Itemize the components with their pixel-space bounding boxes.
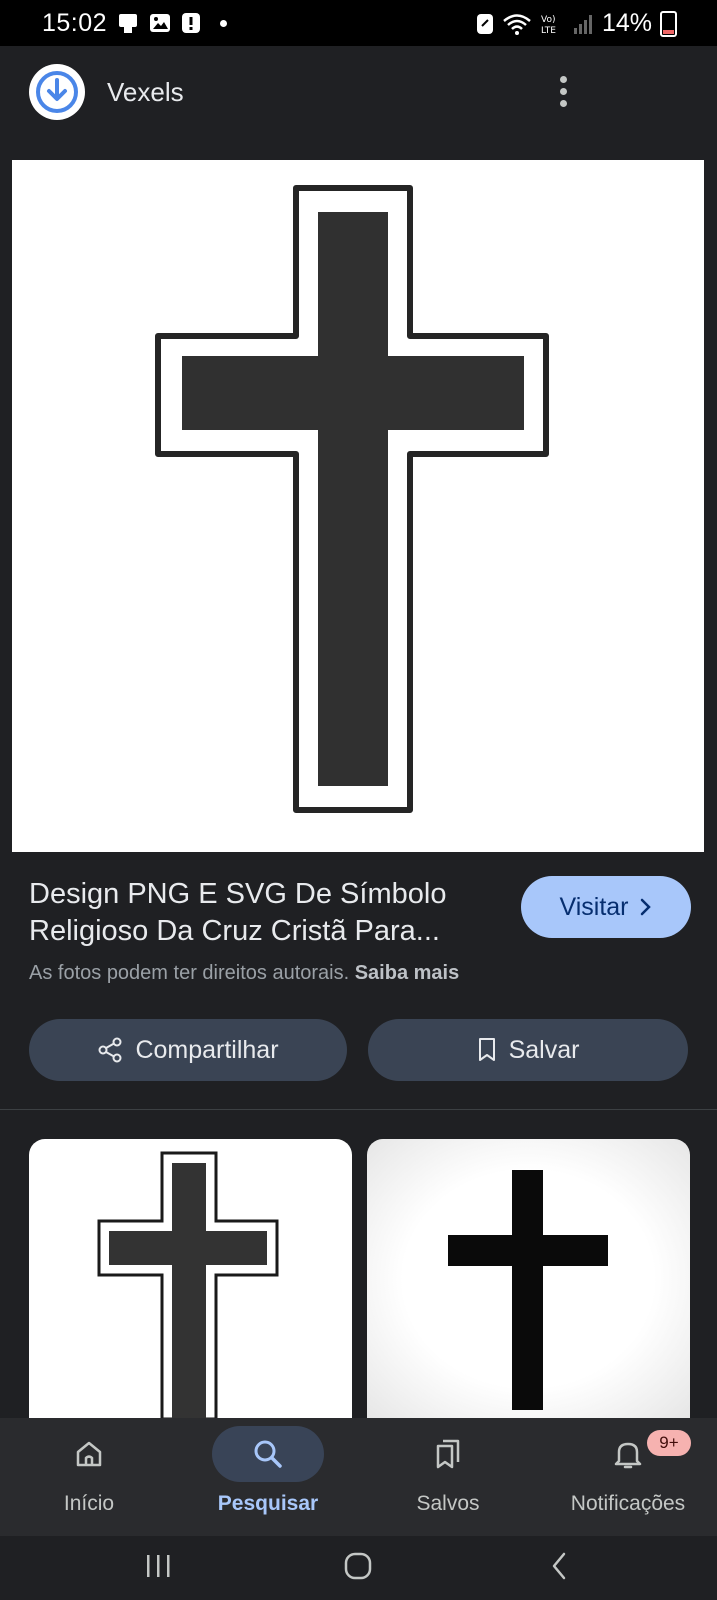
save-label: Salvar <box>508 1035 580 1064</box>
bookmarks-icon <box>436 1439 460 1469</box>
sync-icon <box>476 13 493 34</box>
battery-percent: 14% <box>601 9 652 37</box>
search-icon <box>254 1440 282 1468</box>
nav-item-saved[interactable]: Salvos <box>363 1418 533 1536</box>
svg-text:Vo): Vo) <box>541 15 555 25</box>
more-vert-icon[interactable] <box>559 76 567 110</box>
main-result-image[interactable] <box>12 160 704 852</box>
home-button-icon[interactable] <box>338 1546 378 1586</box>
related-image-card[interactable] <box>367 1139 690 1419</box>
nav-label-search: Pesquisar <box>217 1492 319 1515</box>
status-notification-icons <box>116 11 227 35</box>
site-name[interactable]: Vexels <box>107 77 184 108</box>
nav-label-notifications: Notificações <box>570 1492 686 1515</box>
copyright-text: As fotos podem ter direitos autorais. <box>29 962 350 984</box>
system-nav-bar <box>0 1536 717 1600</box>
alert-notification-icon <box>182 13 200 33</box>
bottom-nav: Início Pesquisar Salvos 9+ Notificações <box>0 1418 717 1536</box>
signal-icon <box>573 14 592 34</box>
status-bar: 15:02 Vo) LTE 14% <box>0 0 717 46</box>
nav-item-home[interactable]: Início <box>4 1418 174 1536</box>
nav-label-home: Início <box>63 1492 115 1515</box>
nav-item-search[interactable]: Pesquisar <box>183 1418 353 1536</box>
share-button[interactable]: Compartilhar <box>29 1019 347 1081</box>
recent-apps-icon[interactable] <box>138 1546 178 1586</box>
visit-label: Visitar <box>559 892 629 921</box>
svg-text:LTE: LTE <box>541 26 556 36</box>
visit-button[interactable]: Visitar <box>521 876 691 938</box>
nav-label-saved: Salvos <box>416 1492 480 1515</box>
learn-more-link[interactable]: Saiba mais <box>355 962 460 984</box>
back-icon[interactable] <box>540 1546 580 1586</box>
save-button[interactable]: Salvar <box>368 1019 688 1081</box>
related-image-card[interactable] <box>29 1139 352 1419</box>
share-icon <box>98 1037 122 1063</box>
wifi-icon <box>503 13 531 35</box>
bookmark-icon <box>478 1038 495 1061</box>
battery-icon <box>660 10 677 37</box>
nav-item-notifications[interactable]: 9+ Notificações <box>543 1418 713 1536</box>
chevron-right-icon <box>640 898 651 916</box>
copyright-note: As fotos podem ter direitos autorais. Sa… <box>29 962 459 985</box>
section-divider <box>0 1109 717 1110</box>
home-icon <box>76 1441 102 1467</box>
volte-icon: Vo)LTE <box>541 15 556 36</box>
status-time: 15:02 <box>42 9 108 37</box>
vexels-logo-icon[interactable] <box>29 64 85 120</box>
status-right-group: Vo) LTE 14% <box>476 9 677 38</box>
notification-badge: 9+ <box>647 1430 691 1456</box>
bell-icon <box>614 1442 642 1469</box>
device-notification-icon <box>119 14 137 33</box>
gallery-notification-icon <box>150 14 170 32</box>
more-notifications-dot <box>220 19 227 27</box>
app-header: Vexels <box>0 46 717 142</box>
result-title[interactable]: Design PNG E SVG De Símbolo Religioso Da… <box>29 876 489 950</box>
share-label: Compartilhar <box>135 1035 279 1064</box>
